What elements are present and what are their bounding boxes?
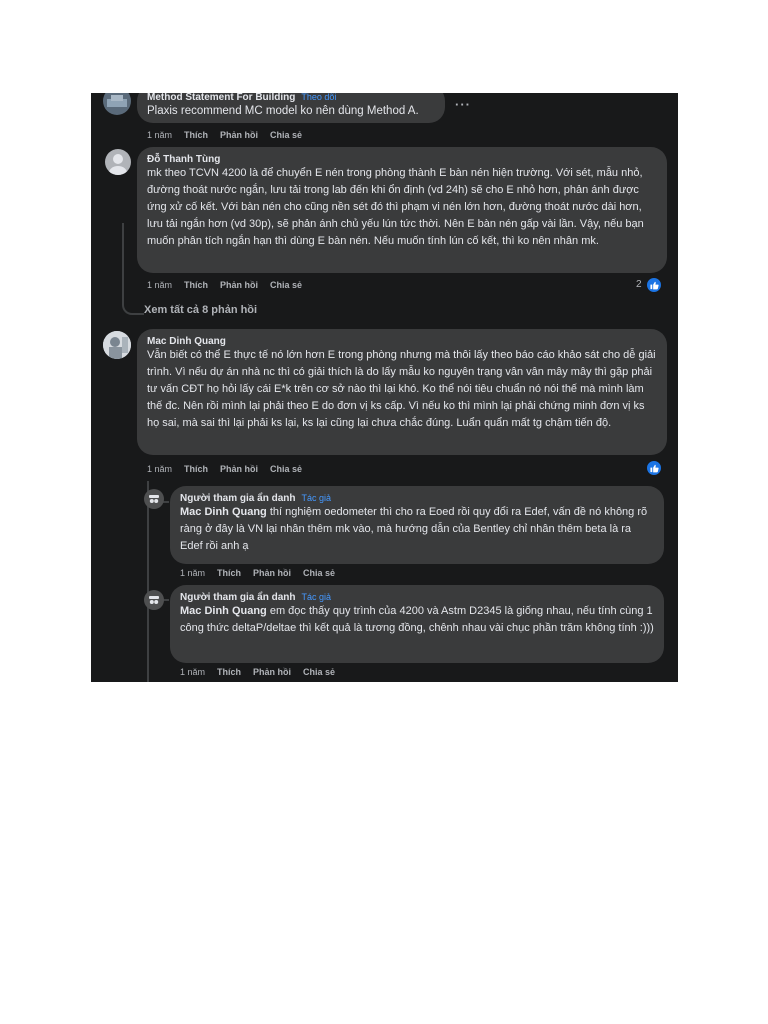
comment-time[interactable]: 1 năm — [147, 464, 172, 474]
avatar[interactable] — [103, 331, 131, 359]
thumbs-up-icon — [649, 464, 659, 472]
anonymous-user-icon[interactable] — [144, 489, 164, 509]
comment-time[interactable]: 1 năm — [147, 130, 172, 140]
comment-actions: 1 năm Thích Phản hồi Chia sẻ — [147, 464, 314, 474]
reply-time[interactable]: 1 năm — [180, 667, 205, 677]
comment-author[interactable]: Method Statement For Building Theo dõi — [147, 93, 435, 103]
like-button[interactable]: Thích — [217, 568, 241, 578]
profile-photo-icon — [103, 331, 131, 359]
reply-time[interactable]: 1 năm — [180, 568, 205, 578]
like-reaction-icon[interactable] — [646, 460, 662, 476]
comment-bubble: Method Statement For Building Theo dõi Pl… — [137, 93, 445, 123]
follow-badge[interactable]: Theo dõi — [301, 93, 336, 102]
like-button[interactable]: Thích — [184, 130, 208, 140]
comment-text: mk theo TCVN 4200 là để chuyển E nén tro… — [147, 167, 644, 247]
reply-button[interactable]: Phản hồi — [253, 568, 291, 578]
like-button[interactable]: Thích — [217, 667, 241, 677]
anonymous-mask-icon — [149, 596, 159, 604]
more-options-icon[interactable]: ··· — [455, 97, 471, 112]
page-logo-icon — [107, 95, 127, 107]
author-badge: Tác giả — [301, 592, 331, 602]
reply-button[interactable]: Phản hồi — [220, 280, 258, 290]
share-button[interactable]: Chia sẻ — [303, 568, 335, 578]
default-avatar-icon[interactable] — [105, 149, 131, 175]
like-reaction-icon[interactable] — [646, 277, 662, 293]
reply-actions: 1 năm Thích Phản hồi Chia sẻ — [180, 667, 347, 677]
anonymous-mask-icon — [149, 495, 159, 503]
mention-link[interactable]: Mac Dinh Quang — [180, 605, 267, 617]
reply-bubble: Người tham gia ẩn danh Tác giả Mac Dinh Q… — [170, 585, 664, 663]
reply-author[interactable]: Người tham gia ẩn danh Tác giả — [180, 592, 654, 603]
comment-bubble: Đỗ Thanh Tùng mk theo TCVN 4200 là để ch… — [137, 147, 667, 273]
author-badge: Tác giả — [301, 493, 331, 503]
thread-elbow — [122, 293, 144, 315]
comment-author[interactable]: Đỗ Thanh Tùng — [147, 154, 657, 165]
comment-text: Plaxis recommend MC model ko nên dùng Me… — [147, 105, 419, 117]
thumbs-up-icon — [649, 281, 659, 289]
reply-text: Mac Dinh Quang em đọc thấy quy trình của… — [180, 603, 654, 637]
like-button[interactable]: Thích — [184, 280, 208, 290]
comment-text: Vẫn biết có thể E thực tế nó lớn hơn E t… — [147, 349, 656, 429]
author-name[interactable]: Người tham gia ẩn danh — [180, 592, 295, 603]
reply-actions: 1 năm Thích Phản hồi Chia sẻ — [180, 568, 347, 578]
like-button[interactable]: Thích — [184, 464, 208, 474]
facebook-comments-thread: Method Statement For Building Theo dõi Pl… — [91, 93, 678, 682]
person-silhouette-icon — [109, 154, 127, 175]
anonymous-user-icon[interactable] — [144, 590, 164, 610]
share-button[interactable]: Chia sẻ — [270, 464, 302, 474]
mention-link[interactable]: Mac Dinh Quang — [180, 506, 267, 518]
view-all-replies-link[interactable]: Xem tất cả 8 phản hồi — [144, 304, 257, 316]
avatar[interactable] — [103, 93, 131, 115]
reply-author[interactable]: Người tham gia ẩn danh Tác giả — [180, 493, 654, 504]
reaction-count[interactable]: 2 — [636, 279, 642, 290]
author-name[interactable]: Người tham gia ẩn danh — [180, 493, 295, 504]
share-button[interactable]: Chia sẻ — [270, 280, 302, 290]
reply-button[interactable]: Phản hồi — [220, 464, 258, 474]
thread-line — [122, 223, 124, 303]
author-name[interactable]: Method Statement For Building — [147, 93, 295, 103]
share-button[interactable]: Chia sẻ — [270, 130, 302, 140]
reply-button[interactable]: Phản hồi — [253, 667, 291, 677]
share-button[interactable]: Chia sẻ — [303, 667, 335, 677]
comment-author[interactable]: Mac Dinh Quang — [147, 336, 657, 347]
reply-button[interactable]: Phản hồi — [220, 130, 258, 140]
reply-text: Mac Dinh Quang thí nghiệm oedometer thì … — [180, 504, 654, 555]
comment-actions: 1 năm Thích Phản hồi Chia sẻ — [147, 130, 314, 140]
comment-bubble: Mac Dinh Quang Vẫn biết có thể E thực tế… — [137, 329, 667, 455]
reply-bubble: Người tham gia ẩn danh Tác giả Mac Dinh Q… — [170, 486, 664, 564]
comment-actions: 1 năm Thích Phản hồi Chia sẻ — [147, 280, 314, 290]
comment-time[interactable]: 1 năm — [147, 280, 172, 290]
